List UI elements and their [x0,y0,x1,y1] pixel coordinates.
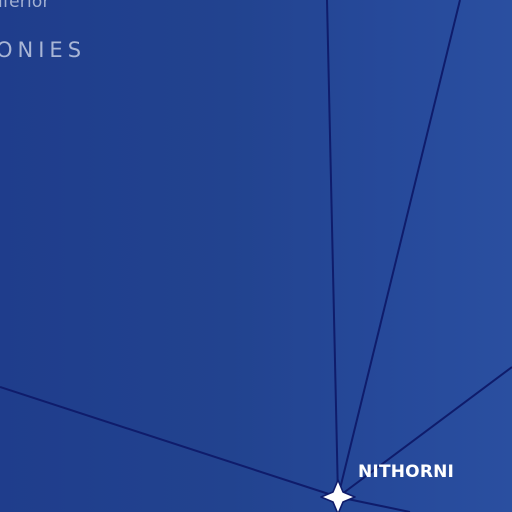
route-line-north [326,0,339,498]
map-canvas[interactable] [0,0,512,512]
route-lines [0,0,512,512]
route-line-west [0,386,339,498]
region-label-middle: ONIES [0,38,87,62]
route-line-north-east [337,0,461,498]
region-label-top: ıferior [0,0,50,12]
place-marker[interactable] [320,479,356,512]
place-label[interactable]: NITHORNI [358,462,454,482]
four-point-star-icon [320,479,356,512]
